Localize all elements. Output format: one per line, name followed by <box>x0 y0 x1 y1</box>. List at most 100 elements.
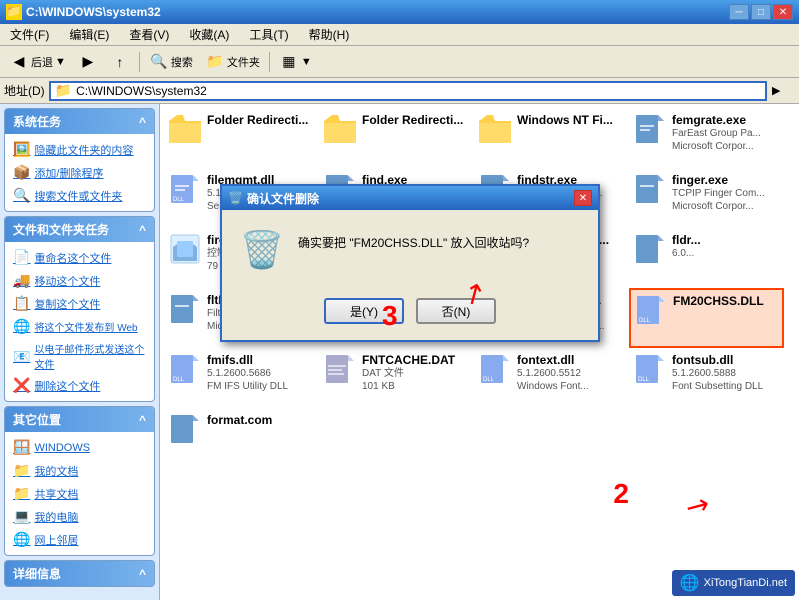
windows-icon: 🪟 <box>13 439 30 456</box>
minimize-button[interactable]: ─ <box>729 4 749 20</box>
delete-label: 删除这个文件 <box>34 378 100 394</box>
sidebar-link-hide-folder[interactable]: 🖼️ 隐藏此文件夹的内容 <box>13 138 146 161</box>
dialog-title-text: 🗑️ 确认文件删除 <box>228 190 319 207</box>
sidebar-link-shared-docs[interactable]: 📁 共享文档 <box>13 482 146 505</box>
system-tasks-collapse-icon: ^ <box>139 115 146 129</box>
menu-view[interactable]: 查看(V) <box>123 24 175 45</box>
file-area: Folder Redirecti... Folder Redirecti... <box>160 104 799 600</box>
delete-icon: ❌ <box>13 377 30 394</box>
views-button[interactable]: ▦ ▼ <box>274 49 317 75</box>
network-icon: 🌐 <box>13 531 30 548</box>
address-folder-icon: 📁 <box>55 82 72 99</box>
menu-tools[interactable]: 工具(T) <box>243 24 294 45</box>
search-icon: 🔍 <box>149 52 169 72</box>
search-files-label: 搜索文件或文件夹 <box>34 188 122 204</box>
sidebar-link-delete[interactable]: ❌ 删除这个文件 <box>13 374 146 397</box>
annotation-3: 3 <box>382 300 398 332</box>
sidebar-section-file-tasks: 文件和文件夹任务 ^ 📄 重命名这个文件 🚚 移动这个文件 📋 复制这个文件 🌐 <box>4 216 155 402</box>
folders-button[interactable]: 📁 文件夹 <box>200 49 265 75</box>
dialog-title-label: 确认文件删除 <box>247 190 319 207</box>
dialog-message: 确实要把 "FM20CHSS.DLL" 放入回收站吗? <box>298 226 582 274</box>
sidebar-section-details: 详细信息 ^ <box>4 560 155 587</box>
back-dropdown-icon: ▼ <box>55 56 66 68</box>
address-label: 地址(D) <box>4 82 45 99</box>
sidebar-link-move[interactable]: 🚚 移动这个文件 <box>13 269 146 292</box>
email-label: 以电子邮件形式发送这个文件 <box>34 341 146 371</box>
dialog-recycle-icon: 🗑️ <box>238 226 286 274</box>
file-tasks-collapse-icon: ^ <box>139 223 146 237</box>
my-docs-label: 我的文档 <box>34 463 78 479</box>
toolbar-separator-1 <box>139 52 140 72</box>
publish-web-icon: 🌐 <box>13 318 30 335</box>
close-button[interactable]: ✕ <box>773 4 793 20</box>
sidebar-link-windows[interactable]: 🪟 WINDOWS <box>13 436 146 459</box>
sidebar-section-other-locations-body: 🪟 WINDOWS 📁 我的文档 📁 共享文档 💻 我的电脑 🌐 <box>5 432 154 555</box>
sidebar-link-email[interactable]: 📧 以电子邮件形式发送这个文件 <box>13 338 146 374</box>
address-bar: 地址(D) 📁 C:\WINDOWS\system32 ▶ <box>0 78 799 104</box>
sidebar-section-file-tasks-body: 📄 重命名这个文件 🚚 移动这个文件 📋 复制这个文件 🌐 将这个文件发布到 W… <box>5 242 154 401</box>
address-go-button[interactable]: ▶ <box>771 80 795 102</box>
window-icon: 📁 <box>6 4 22 20</box>
shared-docs-label: 共享文档 <box>34 486 78 502</box>
watermark: 🌐 XiTongTianDi.net <box>672 570 795 596</box>
sidebar-section-system-tasks-header[interactable]: 系统任务 ^ <box>5 109 154 134</box>
window-title: C:\WINDOWS\system32 <box>26 5 161 19</box>
my-computer-icon: 💻 <box>13 508 30 525</box>
my-computer-label: 我的电脑 <box>34 509 78 525</box>
address-value: C:\WINDOWS\system32 <box>76 84 207 98</box>
forward-button[interactable]: ▶ <box>73 49 103 75</box>
menu-bar: 文件(F) 编辑(E) 查看(V) 收藏(A) 工具(T) 帮助(H) <box>0 24 799 46</box>
folders-icon: 📁 <box>205 52 225 72</box>
dialog-overlay: 🗑️ 确认文件删除 ✕ 🗑️ 确实要把 "FM20CHSS.DLL" 放入回收站… <box>160 104 799 600</box>
add-remove-icon: 📦 <box>13 164 30 181</box>
sidebar-section-system-tasks-body: 🖼️ 隐藏此文件夹的内容 📦 添加/删除程序 🔍 搜索文件或文件夹 <box>5 134 154 211</box>
sidebar-link-rename[interactable]: 📄 重命名这个文件 <box>13 246 146 269</box>
title-bar: 📁 C:\WINDOWS\system32 ─ □ ✕ <box>0 0 799 24</box>
sidebar-link-network[interactable]: 🌐 网上邻居 <box>13 528 146 551</box>
address-input[interactable]: 📁 C:\WINDOWS\system32 <box>49 81 767 101</box>
folders-label: 文件夹 <box>227 54 260 70</box>
hide-folder-label: 隐藏此文件夹的内容 <box>34 142 133 158</box>
maximize-button[interactable]: □ <box>751 4 771 20</box>
dialog-close-button[interactable]: ✕ <box>574 190 592 206</box>
hide-folder-icon: 🖼️ <box>13 141 30 158</box>
watermark-text: XiTongTianDi.net <box>704 577 787 589</box>
shared-docs-icon: 📁 <box>13 485 30 502</box>
sidebar-link-publish-web[interactable]: 🌐 将这个文件发布到 Web <box>13 315 146 338</box>
windows-label: WINDOWS <box>34 442 90 454</box>
search-files-icon: 🔍 <box>13 187 30 204</box>
sidebar-section-other-locations-header[interactable]: 其它位置 ^ <box>5 407 154 432</box>
sidebar-link-copy[interactable]: 📋 复制这个文件 <box>13 292 146 315</box>
up-button[interactable]: ↑ <box>105 49 135 75</box>
menu-favorites[interactable]: 收藏(A) <box>183 24 235 45</box>
toolbar: ◀ 后退 ▼ ▶ ↑ 🔍 搜索 📁 文件夹 ▦ ▼ <box>0 46 799 78</box>
sidebar-link-add-remove[interactable]: 📦 添加/删除程序 <box>13 161 146 184</box>
back-button[interactable]: ◀ 后退 ▼ <box>4 49 71 75</box>
menu-edit[interactable]: 编辑(E) <box>63 24 115 45</box>
sidebar-section-system-tasks: 系统任务 ^ 🖼️ 隐藏此文件夹的内容 📦 添加/删除程序 🔍 搜索文件或文件夹 <box>4 108 155 212</box>
title-bar-buttons: ─ □ ✕ <box>729 4 793 20</box>
main-layout: 系统任务 ^ 🖼️ 隐藏此文件夹的内容 📦 添加/删除程序 🔍 搜索文件或文件夹 <box>0 104 799 600</box>
copy-label: 复制这个文件 <box>34 296 100 312</box>
system-tasks-title: 系统任务 <box>13 113 61 130</box>
file-tasks-title: 文件和文件夹任务 <box>13 221 109 238</box>
dialog-buttons: 是(Y) 否(N) <box>222 290 598 340</box>
dialog-title-bar: 🗑️ 确认文件删除 ✕ <box>222 186 598 210</box>
publish-web-label: 将这个文件发布到 Web <box>34 319 137 334</box>
dialog-body: 🗑️ 确实要把 "FM20CHSS.DLL" 放入回收站吗? <box>222 210 598 290</box>
my-docs-icon: 📁 <box>13 462 30 479</box>
sidebar-section-file-tasks-header[interactable]: 文件和文件夹任务 ^ <box>5 217 154 242</box>
search-button[interactable]: 🔍 搜索 <box>144 49 198 75</box>
menu-file[interactable]: 文件(F) <box>4 24 55 45</box>
email-icon: 📧 <box>13 348 30 365</box>
details-collapse-icon: ^ <box>139 567 146 581</box>
rename-icon: 📄 <box>13 249 30 266</box>
sidebar-link-my-docs[interactable]: 📁 我的文档 <box>13 459 146 482</box>
sidebar-section-details-header[interactable]: 详细信息 ^ <box>5 561 154 586</box>
rename-label: 重命名这个文件 <box>34 250 111 266</box>
sidebar-section-other-locations: 其它位置 ^ 🪟 WINDOWS 📁 我的文档 📁 共享文档 💻 <box>4 406 155 556</box>
sidebar-link-my-computer[interactable]: 💻 我的电脑 <box>13 505 146 528</box>
sidebar-link-search[interactable]: 🔍 搜索文件或文件夹 <box>13 184 146 207</box>
menu-help[interactable]: 帮助(H) <box>303 24 356 45</box>
back-label: 后退 <box>31 54 53 70</box>
